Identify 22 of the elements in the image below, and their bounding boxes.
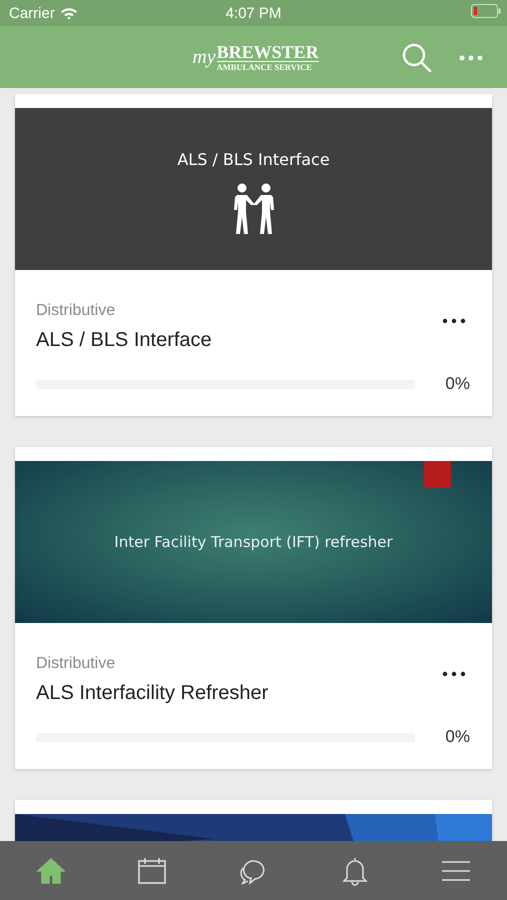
course-title: ALS Interfacility Refresher <box>36 682 268 705</box>
battery-icon <box>471 4 501 18</box>
course-title: ALS / BLS Interface <box>36 329 212 352</box>
bell-icon[interactable] <box>342 856 368 886</box>
course-category: Distributive <box>36 302 116 320</box>
wifi-icon <box>60 6 78 20</box>
progress-percent: 0% <box>445 727 470 747</box>
calendar-icon[interactable] <box>137 856 168 884</box>
home-icon[interactable] <box>36 856 65 884</box>
cover-title: ALS / BLS Interface <box>177 150 330 169</box>
handshake-icon <box>232 183 276 235</box>
course-card[interactable]: ALS / BLS Interface Distributive ALS / BLS Interface 0% <box>15 94 492 416</box>
more-icon[interactable] <box>442 318 466 324</box>
more-icon[interactable] <box>442 671 466 677</box>
slide-accent <box>424 461 451 488</box>
carrier-label: Carrier <box>9 4 55 22</box>
status-time: 4:07 PM <box>226 4 282 22</box>
course-card[interactable]: Inter Facility Transport (IFT) refresher Distributive ALS Interfacility Refresher 0% <box>15 447 492 769</box>
menu-icon[interactable] <box>441 860 472 882</box>
course-category: Distributive <box>36 655 116 673</box>
progress-percent: 0% <box>445 374 470 394</box>
cover-title: Inter Facility Transport (IFT) refresher <box>114 533 393 551</box>
